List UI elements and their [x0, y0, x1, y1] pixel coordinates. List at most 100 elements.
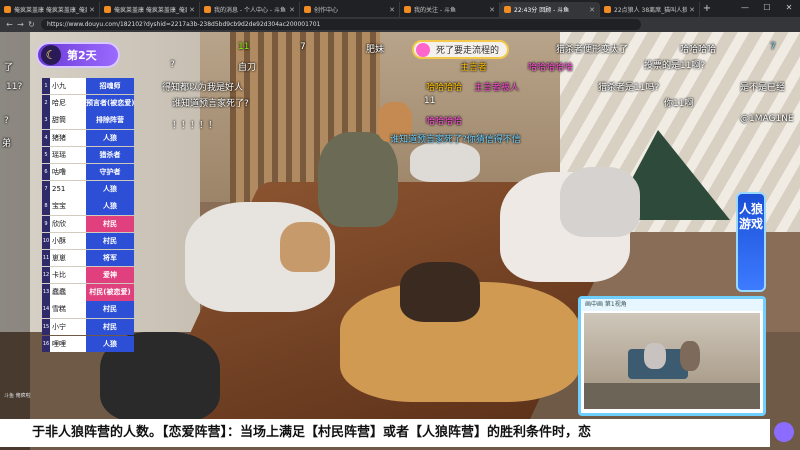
tab-label: 我的关注 - 斗鱼	[414, 7, 456, 14]
url-field[interactable]: https://www.douyu.com/182102?dyshid=2217…	[41, 19, 641, 30]
player-roster: 1 小九 招魂师 2 哈尼 预言者(被恋爱) 3 甜筒 排除阵营 4 猪猪 人狼 5 瑶瑶 猎杀者 6 咕噜 守护…	[42, 78, 134, 353]
danmaku-comment: 主言者被人	[474, 83, 520, 93]
roster-row: 4 猪猪 人狼	[42, 129, 134, 146]
danmaku-comment: 猎杀者便形变太了	[556, 45, 629, 55]
roster-row: 14 雪糕 村民	[42, 301, 134, 318]
danmaku-comment: 哈哈哈哈	[426, 83, 463, 93]
danmaku-comment: 肥妹	[366, 45, 385, 55]
close-icon[interactable]: ✕	[289, 6, 295, 14]
player-name: 瑶瑶	[50, 146, 86, 164]
player-role: 村民(被恋爱)	[86, 284, 134, 301]
back-icon[interactable]: ←	[4, 20, 15, 29]
danmaku-comment: 得知都以为我是好人	[162, 83, 244, 93]
roster-row: 7 251 人狼	[42, 181, 134, 198]
moon-icon: ☾	[41, 45, 61, 65]
player-name: 哩哩	[50, 335, 86, 353]
player-name: 猪猪	[50, 129, 86, 146]
avatar	[416, 43, 430, 57]
close-icon[interactable]: ✕	[589, 6, 595, 14]
danmaku-comment: 了	[4, 63, 14, 73]
player-name: 欣欣	[50, 215, 86, 232]
seat-number: 9	[42, 215, 50, 232]
danmaku-comment: 谁知道预言家死了?	[172, 99, 249, 109]
danmaku-comment: ?	[170, 60, 175, 70]
player-name: 蠢蠢	[50, 284, 86, 301]
new-tab-icon[interactable]: +	[700, 3, 714, 14]
forward-icon[interactable]: →	[15, 20, 26, 29]
player-figure	[400, 262, 480, 322]
roster-row: 8 宝宝 人狼	[42, 198, 134, 215]
tab-label: 俺疯莱盖康 俺疯莱盖康_俺疯啦	[14, 7, 87, 14]
player-figure	[560, 167, 640, 237]
browser-tab[interactable]: 俺疯莱盖康 俺疯莱盖康_俺疯啦✕	[0, 2, 100, 17]
site-icon	[4, 6, 11, 13]
tab-label: 我的消息 - 个人中心 - 斗鱼	[214, 7, 286, 14]
danmaku-comment: 主言者	[460, 63, 488, 73]
player-name: 宝宝	[50, 198, 86, 215]
close-icon[interactable]: ✕	[689, 6, 695, 14]
danmaku-comment: 11	[424, 96, 436, 106]
seat-number: 11	[42, 249, 50, 267]
danmaku-comment: 猎杀者是11吗?	[598, 83, 660, 93]
player-role: 人狼	[86, 198, 134, 215]
browser-tab[interactable]: 我的关注 - 斗鱼 ✕	[400, 2, 500, 17]
rules-caption: 于非人狼阵营的人数。【恋爱阵营】：当场上满足【村民阵营】或者【人狼阵营】的胜利条…	[0, 419, 770, 447]
danmaku-comment: 自刀	[238, 63, 257, 73]
player-role: 村民	[86, 232, 134, 250]
player-role: 猎杀者	[86, 146, 134, 164]
player-role: 村民	[86, 215, 134, 232]
reload-icon[interactable]: ↻	[26, 20, 37, 29]
roster-row: 10 小酥 村民	[42, 232, 134, 250]
seat-number: 14	[42, 301, 50, 318]
roster-row: 6 咕噜 守护者	[42, 163, 134, 181]
player-role: 村民	[86, 318, 134, 336]
watermark-text: 斗鱼 俺疯啦	[4, 393, 31, 399]
danmaku-comment: 是不是已经	[740, 83, 786, 93]
seat-number: 5	[42, 146, 50, 164]
danmaku-comment: ?	[4, 116, 9, 126]
player-role: 人狼	[86, 335, 134, 353]
purple-robot-icon[interactable]	[774, 422, 794, 442]
danmaku-comment: 11?	[6, 82, 23, 92]
player-role: 排除阵营	[86, 112, 134, 129]
browser-tab[interactable]: 俺疯莱盖康 俺疯莱盖康_俺疯啦✕	[100, 2, 200, 17]
danmaku-comment: 哈哈哈哈	[426, 117, 463, 127]
close-icon[interactable]: ✕	[189, 6, 195, 14]
tab-label: 俺疯莱盖康 俺疯莱盖康_俺疯啦	[114, 7, 187, 14]
role-sidebar: ☾ 第2天 1 小九 招魂师 2 哈尼 预言者(被恋爱) 3 甜筒 排除阵营 4 猪猪 人狼 5 瑶瑶 猎杀…	[36, 42, 136, 442]
roster-row: 2 哈尼 预言者(被恋爱)	[42, 95, 134, 112]
roster-row: 13 蠢蠢 村民(被恋爱)	[42, 284, 134, 301]
player-name: 251	[50, 181, 86, 198]
browser-tab[interactable]: 22点狼人 38离席_猫叫人狼节目✕	[600, 2, 700, 17]
seat-number: 13	[42, 284, 50, 301]
site-icon	[204, 6, 211, 13]
window-controls: — ☐ ✕	[734, 0, 800, 16]
player-figure	[280, 222, 330, 272]
site-icon	[504, 6, 511, 13]
roster-row: 9 欣欣 村民	[42, 215, 134, 232]
video-player[interactable]: ☾ 第2天 1 小九 招魂师 2 哈尼 预言者(被恋爱) 3 甜筒 排除阵营 4 猪猪 人狼 5 瑶瑶 猎杀…	[0, 32, 800, 450]
seat-number: 6	[42, 163, 50, 181]
close-window-icon[interactable]: ✕	[778, 0, 800, 16]
player-role: 将军	[86, 249, 134, 267]
player-role: 预言者(被恋爱)	[86, 95, 134, 112]
picture-in-picture[interactable]: 画中画 第1视角	[578, 296, 766, 416]
player-name: 哈尼	[50, 95, 86, 112]
tab-label: 创作中心	[314, 7, 339, 14]
browser-tab[interactable]: 创作中心 ✕	[300, 2, 400, 17]
player-name: 甜筒	[50, 112, 86, 129]
maximize-icon[interactable]: ☐	[756, 0, 778, 16]
player-role: 招魂师	[86, 78, 134, 95]
close-icon[interactable]: ✕	[89, 6, 95, 14]
seat-number: 8	[42, 198, 50, 215]
minimize-icon[interactable]: —	[734, 0, 756, 16]
close-icon[interactable]: ✕	[389, 6, 395, 14]
browser-tab-active[interactable]: 22:43分 回顾 - 斗鱼 ✕	[500, 2, 600, 17]
close-icon[interactable]: ✕	[489, 6, 495, 14]
comment-pill-text: 死了要走流程的	[436, 46, 500, 56]
player-name: 崽崽	[50, 249, 86, 267]
roster-row: 1 小九 招魂师	[42, 78, 134, 95]
site-icon	[304, 6, 311, 13]
player-name: 卡比	[50, 267, 86, 284]
browser-tab[interactable]: 我的消息 - 个人中心 - 斗鱼 ✕	[200, 2, 300, 17]
